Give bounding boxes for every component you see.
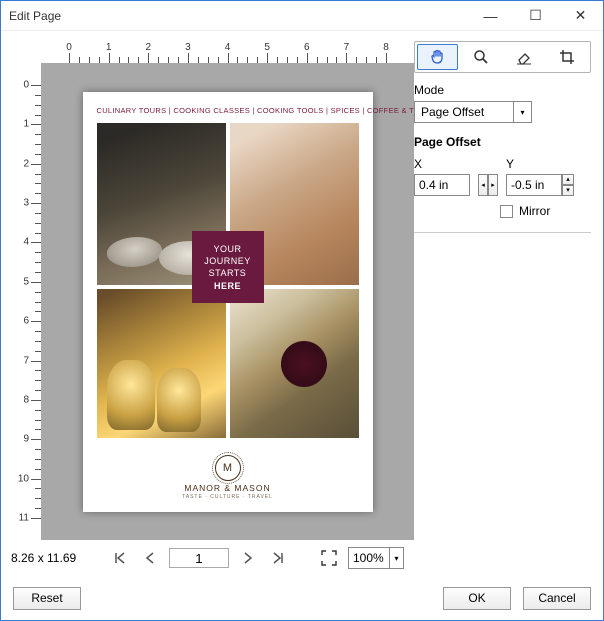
maximize-icon: ☐ xyxy=(529,7,542,24)
minimize-button[interactable]: — xyxy=(468,1,513,30)
close-icon: ✕ xyxy=(575,7,587,24)
vertical-ruler: 01234567891011 xyxy=(1,63,41,540)
y-step-down-button[interactable]: ▾ xyxy=(562,185,574,196)
mode-value: Page Offset xyxy=(421,105,484,119)
mirror-label: Mirror xyxy=(519,204,550,218)
x-offset-input[interactable]: 0.4 in xyxy=(414,174,470,196)
dialog-buttons: Reset OK Cancel xyxy=(1,576,603,620)
edit-page-dialog: Edit Page — ☐ ✕ 01234567891011 012345678… xyxy=(0,0,604,621)
pan-tool-button[interactable] xyxy=(417,44,458,70)
center-line1: YOUR xyxy=(213,244,241,254)
tool-palette xyxy=(414,41,591,73)
right-arrow-icon: ▸ xyxy=(488,174,498,196)
zoom-select[interactable]: 100% ▾ xyxy=(348,547,404,569)
eraser-icon xyxy=(515,48,533,66)
collage-tile-statues xyxy=(97,289,226,437)
hand-icon xyxy=(429,48,447,66)
zoom-value: 100% xyxy=(349,551,389,565)
ok-button[interactable]: OK xyxy=(443,587,511,610)
close-button[interactable]: ✕ xyxy=(558,1,603,30)
page-dimensions: 8.26 x 11.69 xyxy=(11,551,101,565)
mirror-checkbox[interactable] xyxy=(500,205,513,218)
fit-icon xyxy=(321,550,337,566)
page-offset-heading: Page Offset xyxy=(414,135,591,149)
swap-xy-button[interactable]: ◂ ▸ xyxy=(478,174,498,196)
collage-tile-vegetables xyxy=(230,289,359,437)
erase-tool-button[interactable] xyxy=(504,44,545,70)
prev-page-button[interactable] xyxy=(139,547,161,569)
horizontal-ruler: 012345678 xyxy=(41,31,414,63)
maximize-button[interactable]: ☐ xyxy=(513,1,558,30)
zoom-tool-button[interactable] xyxy=(460,44,501,70)
window-title: Edit Page xyxy=(9,9,468,23)
minimize-icon: — xyxy=(484,8,498,24)
first-icon xyxy=(114,552,126,564)
page-logo-area: M MANOR & MASON TASTE · CULTURE · TRAVEL xyxy=(97,438,359,500)
ruler-corner xyxy=(1,31,41,63)
titlebar: Edit Page — ☐ ✕ xyxy=(1,1,603,31)
chevron-down-icon: ▾ xyxy=(513,102,531,122)
chevron-down-icon: ▾ xyxy=(389,548,403,568)
left-arrow-icon: ◂ xyxy=(478,174,488,196)
x-label: X xyxy=(414,157,470,171)
center-line2: JOURNEY xyxy=(204,256,251,266)
reset-button[interactable]: Reset xyxy=(13,587,81,610)
fit-to-window-button[interactable] xyxy=(318,547,340,569)
down-arrow-icon: ▾ xyxy=(566,187,570,194)
center-line4: HERE xyxy=(204,280,251,292)
preview-nav: 8.26 x 11.69 100% ▾ xyxy=(1,540,414,576)
last-page-button[interactable] xyxy=(267,547,289,569)
prev-icon xyxy=(145,552,155,564)
y-offset-input[interactable]: -0.5 in xyxy=(506,174,562,196)
separator xyxy=(414,232,591,233)
mode-select[interactable]: Page Offset ▾ xyxy=(414,101,532,123)
next-page-button[interactable] xyxy=(237,547,259,569)
y-label: Y xyxy=(506,157,574,171)
crop-icon xyxy=(558,48,576,66)
page-number-input[interactable] xyxy=(169,548,229,568)
y-step-up-button[interactable]: ▴ xyxy=(562,174,574,185)
next-icon xyxy=(243,552,253,564)
cancel-button[interactable]: Cancel xyxy=(523,587,591,610)
page-header-text: CULINARY TOURS | COOKING CLASSES | COOKI… xyxy=(97,106,359,115)
page-collage: YOUR JOURNEY STARTS HERE xyxy=(97,123,359,438)
page-preview: CULINARY TOURS | COOKING CLASSES | COOKI… xyxy=(83,92,373,512)
last-icon xyxy=(272,552,284,564)
crop-tool-button[interactable] xyxy=(547,44,588,70)
first-page-button[interactable] xyxy=(109,547,131,569)
brand-tagline: TASTE · CULTURE · TRAVEL xyxy=(182,494,273,500)
mode-label: Mode xyxy=(414,83,591,97)
magnifier-icon xyxy=(472,48,490,66)
brand-name: MANOR & MASON xyxy=(184,483,270,493)
brand-medallion-icon: M xyxy=(215,455,241,481)
preview-canvas[interactable]: CULINARY TOURS | COOKING CLASSES | COOKI… xyxy=(41,63,414,540)
center-line3: STARTS xyxy=(209,268,247,278)
up-arrow-icon: ▴ xyxy=(566,176,570,183)
page-center-callout: YOUR JOURNEY STARTS HERE xyxy=(192,231,264,303)
